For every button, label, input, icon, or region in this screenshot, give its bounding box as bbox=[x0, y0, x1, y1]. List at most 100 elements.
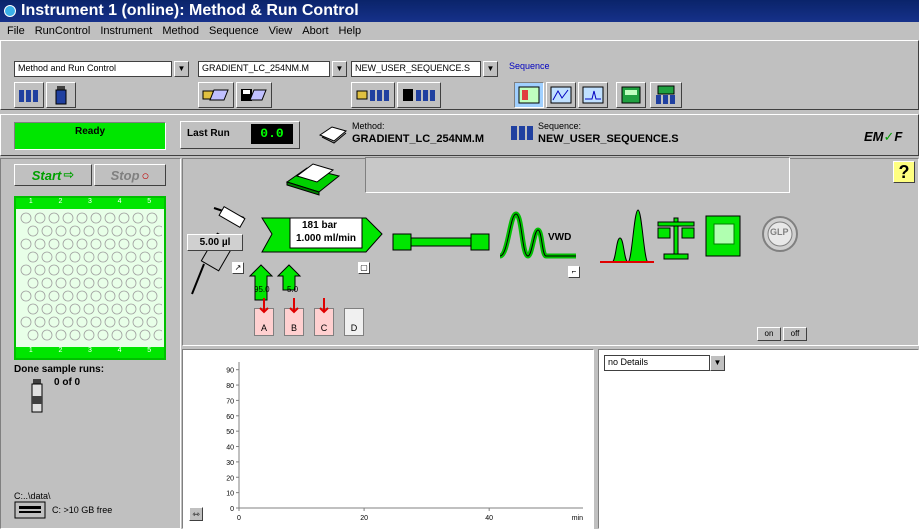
menu-method[interactable]: Method bbox=[157, 25, 204, 37]
injection-volume[interactable]: 5.00 µl bbox=[187, 234, 243, 251]
sequence-table-icon bbox=[518, 86, 540, 104]
sequence-group-label: Sequence bbox=[509, 61, 550, 71]
off-button[interactable]: off bbox=[783, 327, 807, 341]
plot-adjust-button[interactable]: ⇿ bbox=[189, 507, 203, 521]
y-tick-label: 50 bbox=[226, 429, 234, 436]
vial-position bbox=[153, 303, 162, 315]
vial-position bbox=[20, 316, 32, 328]
vial-position bbox=[48, 238, 60, 250]
tray-col-label: 3 bbox=[88, 198, 92, 205]
menu-sequence[interactable]: Sequence bbox=[204, 25, 264, 37]
vial-position bbox=[125, 225, 137, 237]
sequence-logbook-button[interactable] bbox=[650, 82, 682, 108]
calibration-balance-icon[interactable] bbox=[656, 214, 696, 260]
glp-label: GLP bbox=[770, 227, 789, 237]
report-icon[interactable] bbox=[704, 214, 744, 260]
y-tick-label: 10 bbox=[226, 491, 234, 498]
details-select[interactable]: no Details bbox=[604, 355, 710, 371]
menu-abort[interactable]: Abort bbox=[297, 25, 333, 37]
vials-icon bbox=[19, 90, 38, 102]
load-method-button[interactable] bbox=[198, 82, 234, 108]
stop-button[interactable]: Stop ○ bbox=[94, 164, 166, 186]
data-analysis-button[interactable] bbox=[578, 82, 608, 108]
vial-position bbox=[83, 251, 95, 263]
menu-file[interactable]: File bbox=[2, 25, 30, 37]
save-method-button[interactable] bbox=[236, 82, 272, 108]
solvent-a-percent: 95.0 bbox=[254, 285, 270, 294]
vial-position bbox=[125, 251, 137, 263]
vial-position bbox=[132, 238, 144, 250]
method-caption: Method: bbox=[352, 121, 385, 131]
y-tick-label: 0 bbox=[230, 506, 234, 513]
vial-position bbox=[83, 225, 95, 237]
autosampler-tray[interactable]: 1 2 3 4 5 1 2 3 4 5 bbox=[14, 196, 166, 360]
detector-details-icon[interactable]: ⌐ bbox=[568, 266, 580, 278]
sequence-name: NEW_USER_SEQUENCE.S bbox=[538, 133, 679, 145]
injector-syringe-icon[interactable] bbox=[186, 206, 252, 298]
view-select[interactable]: Method and Run Control bbox=[14, 61, 172, 77]
bottle-d[interactable]: D bbox=[344, 308, 364, 336]
single-vial-button[interactable] bbox=[46, 82, 76, 108]
sample-vial-icon bbox=[31, 379, 43, 413]
vial-position bbox=[104, 290, 116, 302]
menu-bar: File RunControl Instrument Method Sequen… bbox=[0, 22, 919, 40]
vial-position bbox=[41, 329, 53, 341]
save-sequence-button[interactable] bbox=[397, 82, 441, 108]
vial-position bbox=[62, 212, 74, 224]
y-tick-label: 20 bbox=[226, 475, 234, 482]
vial-position bbox=[69, 303, 81, 315]
vial-position bbox=[41, 303, 53, 315]
view-select-dropdown-icon[interactable]: ▼ bbox=[174, 61, 189, 77]
vial-position bbox=[34, 212, 46, 224]
vial-position bbox=[111, 303, 123, 315]
y-tick-label: 90 bbox=[226, 368, 234, 375]
vial-position bbox=[104, 316, 116, 328]
x-tick-label: 20 bbox=[360, 515, 368, 522]
on-button[interactable]: on bbox=[757, 327, 781, 341]
vial-position bbox=[153, 251, 162, 263]
load-sequence-button[interactable] bbox=[351, 82, 395, 108]
last-run-label: Last Run bbox=[187, 128, 230, 139]
method-select[interactable]: GRADIENT_LC_254NM.M bbox=[198, 61, 330, 77]
vial-position bbox=[41, 277, 53, 289]
vial-position bbox=[41, 225, 53, 237]
vial-position bbox=[20, 238, 32, 250]
column-icon[interactable] bbox=[392, 230, 492, 254]
vial-position bbox=[118, 316, 130, 328]
injector-details-icon[interactable]: ↗ bbox=[232, 262, 244, 274]
details-select-dropdown-icon[interactable]: ▼ bbox=[710, 355, 725, 371]
vial-position bbox=[27, 251, 39, 263]
vial-icon bbox=[55, 86, 67, 105]
vial-position bbox=[90, 290, 102, 302]
pump-details-icon[interactable]: ▢ bbox=[358, 262, 370, 274]
batch-view-button[interactable] bbox=[546, 82, 576, 108]
vial-position bbox=[20, 212, 32, 224]
sequence-select[interactable]: NEW_USER_SEQUENCE.S bbox=[351, 61, 481, 77]
vial-position bbox=[118, 212, 130, 224]
vial-position bbox=[27, 329, 39, 341]
help-button[interactable]: ? bbox=[893, 161, 915, 183]
menu-view[interactable]: View bbox=[264, 25, 298, 37]
method-select-dropdown-icon[interactable]: ▼ bbox=[332, 61, 347, 77]
menu-runcontrol[interactable]: RunControl bbox=[30, 25, 96, 37]
sequence-caption: Sequence: bbox=[538, 121, 582, 131]
start-label: Start bbox=[31, 167, 62, 183]
sequence-select-dropdown-icon[interactable]: ▼ bbox=[483, 61, 498, 77]
vial-position bbox=[97, 225, 109, 237]
menu-instrument[interactable]: Instrument bbox=[95, 25, 157, 37]
detector-label: VWD bbox=[548, 232, 572, 243]
menu-help[interactable]: Help bbox=[334, 25, 367, 37]
vials-tray-button[interactable] bbox=[14, 82, 44, 108]
integration-peaks-icon[interactable] bbox=[598, 208, 656, 266]
method-info-book-icon[interactable] bbox=[283, 160, 345, 196]
title-bar[interactable]: Instrument 1 (online): Method & Run Cont… bbox=[0, 0, 919, 22]
logbook-button[interactable] bbox=[616, 82, 646, 108]
vial-position bbox=[111, 277, 123, 289]
sequence-table-button[interactable] bbox=[514, 82, 544, 108]
vial-position bbox=[55, 303, 67, 315]
start-button[interactable]: Start ⇨ bbox=[14, 164, 92, 186]
vial-position bbox=[125, 329, 137, 341]
vial-position bbox=[97, 277, 109, 289]
vial-position bbox=[153, 225, 162, 237]
method-book-icon bbox=[318, 126, 348, 144]
